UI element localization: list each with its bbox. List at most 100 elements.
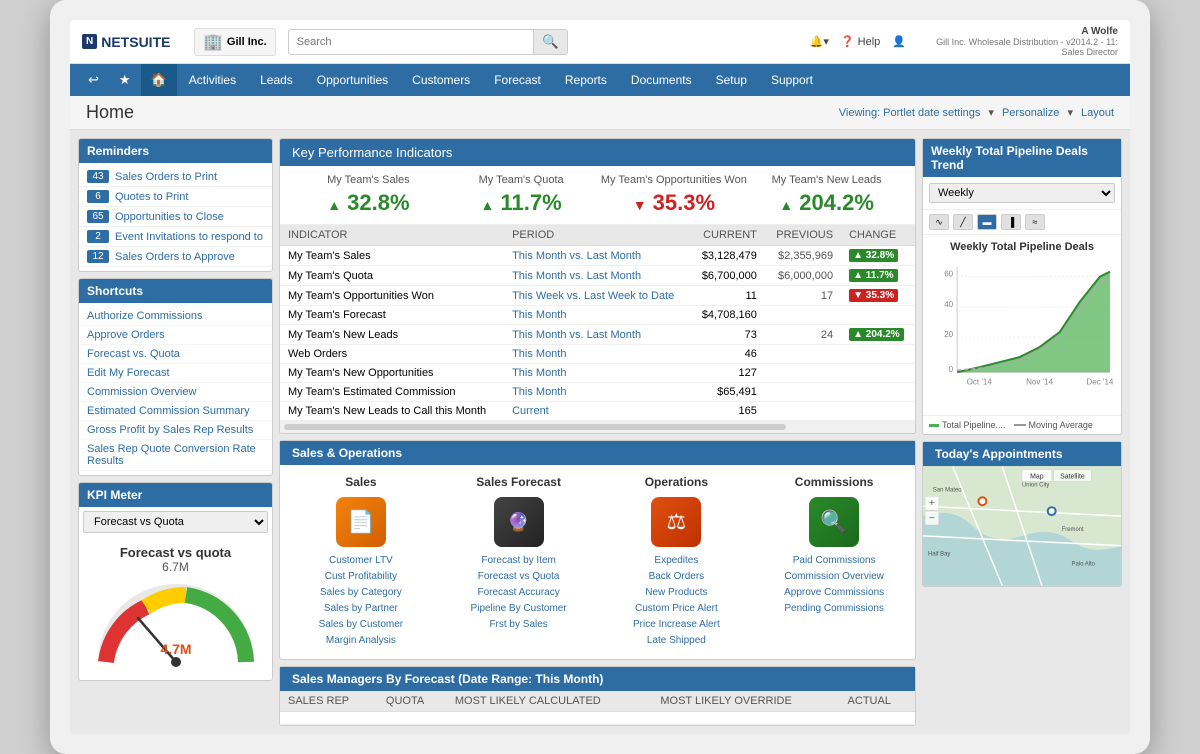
period-cell[interactable]: This Month xyxy=(504,364,690,383)
sales-managers-header: Sales Managers By Forecast (Date Range: … xyxy=(280,667,915,691)
shortcuts-panel: Shortcuts Authorize Commissions Approve … xyxy=(78,278,273,476)
reminder-event-invitations[interactable]: 2 Event Invitations to respond to xyxy=(79,227,272,247)
user-detail: Gill Inc. Wholesale Distribution - v2014… xyxy=(918,37,1118,57)
page-header-right: Viewing: Portlet date settings ▾ Persona… xyxy=(839,106,1114,119)
shortcut-approve-orders[interactable]: Approve Orders xyxy=(79,326,272,345)
ops-icon: ⚖ xyxy=(651,497,701,547)
link-late-shipped[interactable]: Late Shipped xyxy=(606,633,748,649)
period-cell[interactable]: This Month vs. Last Month xyxy=(504,246,690,266)
link-customer-ltv[interactable]: Customer LTV xyxy=(290,553,432,569)
period-cell[interactable]: This Month xyxy=(504,306,690,325)
pipeline-controls: Weekly xyxy=(923,177,1121,210)
period-cell[interactable]: Current xyxy=(504,402,690,421)
personalize-link[interactable]: Personalize xyxy=(1002,107,1059,119)
svg-text:Map: Map xyxy=(1030,473,1044,480)
period-cell[interactable]: This Month vs. Last Month xyxy=(504,325,690,345)
link-forecast-item[interactable]: Forecast by Item xyxy=(448,553,590,569)
search-button[interactable]: 🔍 xyxy=(533,30,567,54)
link-pending-commissions[interactable]: Pending Commissions xyxy=(763,601,905,617)
map-container[interactable]: San Mateo Union City Fremont Half Bay Pa… xyxy=(923,466,1121,586)
period-cell[interactable]: This Month vs. Last Month xyxy=(504,266,690,286)
gauge-title: Forecast vs quota xyxy=(120,545,231,560)
reminder-quotes-print[interactable]: 6 Quotes to Print xyxy=(79,187,272,207)
nav-home-icon[interactable]: 🏠 xyxy=(141,64,177,96)
chart-icon-bar[interactable]: ▬ xyxy=(977,214,997,230)
search-input[interactable] xyxy=(289,32,533,52)
shortcut-forecast-quota[interactable]: Forecast vs. Quota xyxy=(79,345,272,364)
link-expedites[interactable]: Expedites xyxy=(606,553,748,569)
link-price-increase[interactable]: Price Increase Alert xyxy=(606,617,748,633)
shortcut-estimated-commission[interactable]: Estimated Commission Summary xyxy=(79,402,272,421)
nav-reports[interactable]: Reports xyxy=(553,65,619,95)
kpi-big-numbers: My Team's Sales 32.8% My Team's Quota 11… xyxy=(280,166,915,225)
link-custom-price[interactable]: Custom Price Alert xyxy=(606,601,748,617)
period-cell[interactable]: This Month xyxy=(504,383,690,402)
shortcut-edit-forecast[interactable]: Edit My Forecast xyxy=(79,364,272,383)
link-sales-partner[interactable]: Sales by Partner xyxy=(290,601,432,617)
nav-support[interactable]: Support xyxy=(759,65,825,95)
nav-customers[interactable]: Customers xyxy=(400,65,482,95)
current-cell: 165 xyxy=(691,402,765,421)
notification-icon[interactable]: 🔔▾ xyxy=(810,35,829,48)
nav-documents[interactable]: Documents xyxy=(619,65,704,95)
indicator-cell: My Team's Sales xyxy=(280,246,504,266)
link-back-orders[interactable]: Back Orders xyxy=(606,569,748,585)
current-cell: 11 xyxy=(691,286,765,306)
reminder-sales-orders-print[interactable]: 43 Sales Orders to Print xyxy=(79,167,272,187)
shortcut-commission-overview[interactable]: Commission Overview xyxy=(79,383,272,402)
link-pipeline-customer[interactable]: Pipeline By Customer xyxy=(448,601,590,617)
viewing-portlet-link[interactable]: Viewing: Portlet date settings xyxy=(839,107,981,119)
kpi-label: My Team's New Leads xyxy=(750,174,903,186)
pipeline-select[interactable]: Weekly xyxy=(929,183,1115,203)
nav-activities[interactable]: Activities xyxy=(177,65,248,95)
kpi-section: Key Performance Indicators My Team's Sal… xyxy=(279,138,916,434)
nav-forecast[interactable]: Forecast xyxy=(482,65,553,95)
link-sales-category[interactable]: Sales by Category xyxy=(290,585,432,601)
link-forecast-quota[interactable]: Forecast vs Quota xyxy=(448,569,590,585)
commissions-icon-row: 🔍 xyxy=(763,497,905,547)
change-cell xyxy=(841,306,915,325)
link-sales-customer[interactable]: Sales by Customer xyxy=(290,617,432,633)
shortcut-gross-profit[interactable]: Gross Profit by Sales Rep Results xyxy=(79,421,272,440)
reminder-opportunities-close[interactable]: 65 Opportunities to Close xyxy=(79,207,272,227)
kpi-new-leads: My Team's New Leads 204.2% xyxy=(750,174,903,216)
nav-leads[interactable]: Leads xyxy=(248,65,305,95)
nav-history-icon[interactable]: ↩ xyxy=(78,64,109,96)
chart-icon-area[interactable]: ∿ xyxy=(929,214,949,230)
svg-text:Half Bay: Half Bay xyxy=(928,552,950,558)
link-cust-profit[interactable]: Cust Profitability xyxy=(290,569,432,585)
link-paid-commissions[interactable]: Paid Commissions xyxy=(763,553,905,569)
link-forecast-accuracy[interactable]: Forecast Accuracy xyxy=(448,585,590,601)
link-commission-overview[interactable]: Commission Overview xyxy=(763,569,905,585)
period-cell[interactable]: This Month xyxy=(504,345,690,364)
company-badge[interactable]: 🏢 Gill Inc. xyxy=(194,28,276,56)
change-cell xyxy=(841,402,915,421)
nav-setup[interactable]: Setup xyxy=(704,65,759,95)
nav-star-icon[interactable]: ★ xyxy=(109,64,141,96)
current-cell: $65,491 xyxy=(691,383,765,402)
chart-icon-column[interactable]: ▐ xyxy=(1001,214,1021,230)
chart-icon-line[interactable]: ╱ xyxy=(953,214,973,230)
table-scroll-bar[interactable] xyxy=(280,421,915,433)
link-margin[interactable]: Margin Analysis xyxy=(290,633,432,649)
link-new-products[interactable]: New Products xyxy=(606,585,748,601)
col-previous: PREVIOUS xyxy=(765,225,841,246)
commissions-column: Commissions 🔍 Paid Commissions Commissio… xyxy=(763,475,905,649)
link-approve-commissions[interactable]: Approve Commissions xyxy=(763,585,905,601)
kpi-meter-select[interactable]: Forecast vs Quota xyxy=(83,511,268,533)
layout-link[interactable]: Layout xyxy=(1081,107,1114,119)
kpi-meter-panel: KPI Meter Forecast vs Quota Forecast vs … xyxy=(78,482,273,681)
user-icon[interactable]: 👤 xyxy=(892,35,906,48)
help-icon[interactable]: ❓ Help xyxy=(841,35,880,48)
period-cell[interactable]: This Week vs. Last Week to Date xyxy=(504,286,690,306)
prev-cell: 24 xyxy=(765,325,841,345)
reminder-label: Opportunities to Close xyxy=(115,211,224,223)
link-frst-sales[interactable]: Frst by Sales xyxy=(448,617,590,633)
nav-opportunities[interactable]: Opportunities xyxy=(305,65,400,95)
reminder-sales-orders-approve[interactable]: 12 Sales Orders to Approve xyxy=(79,247,272,267)
col-sales-rep: SALES REP xyxy=(280,691,378,712)
shortcut-authorize-commissions[interactable]: Authorize Commissions xyxy=(79,307,272,326)
gauge-svg: 4.7M xyxy=(96,582,256,672)
chart-icon-wave[interactable]: ≈ xyxy=(1025,214,1045,230)
shortcut-sales-rep-quote[interactable]: Sales Rep Quote Conversion Rate Results xyxy=(79,440,272,471)
